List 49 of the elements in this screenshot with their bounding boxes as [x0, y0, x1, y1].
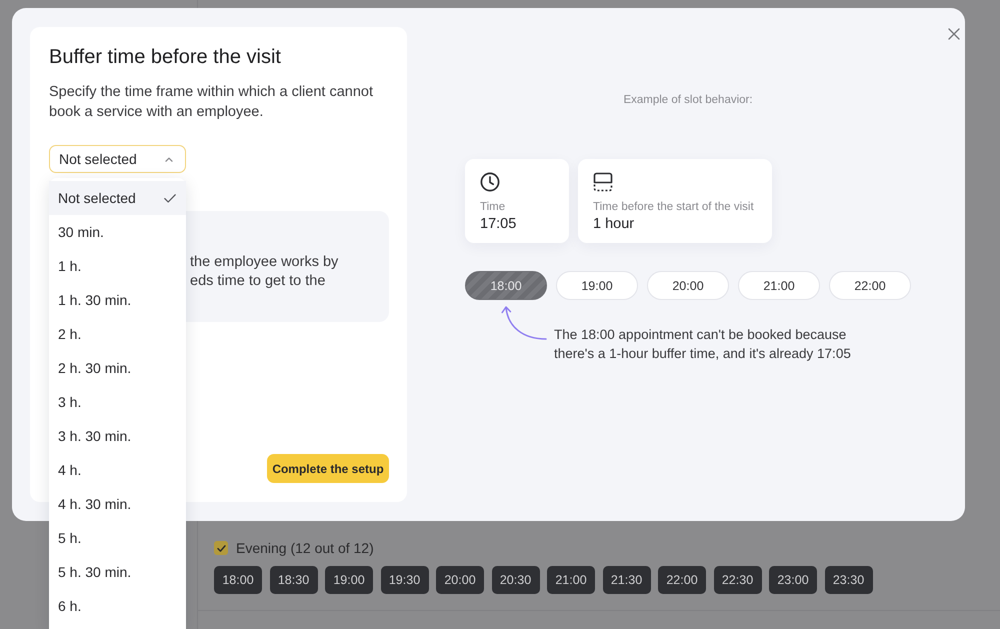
- time-chip[interactable]: 18:30: [270, 566, 318, 594]
- dropdown-option[interactable]: 3 h.: [49, 385, 186, 419]
- dropdown-option[interactable]: 4 h. 30 min.: [49, 487, 186, 521]
- complete-setup-button[interactable]: Complete the setup: [267, 454, 389, 483]
- close-button[interactable]: [948, 28, 960, 40]
- time-slot[interactable]: 20:00: [647, 271, 729, 300]
- panel-description: Specify the time frame within which a client cannot book a service with an employee.: [49, 83, 374, 122]
- time-chip[interactable]: 21:30: [602, 566, 650, 594]
- select-field[interactable]: Not selected: [49, 145, 186, 173]
- dropdown-option[interactable]: 2 h. 30 min.: [49, 351, 186, 385]
- close-icon: [948, 28, 960, 40]
- dropdown-option[interactable]: 5 h. 30 min.: [49, 555, 186, 589]
- time-chip[interactable]: 22:30: [714, 566, 762, 594]
- dropdown-option[interactable]: 3 h. 30 min.: [49, 419, 186, 453]
- dropdown-option[interactable]: 2 h.: [49, 317, 186, 351]
- info-text: the employee works by eds time to get to the: [190, 253, 340, 291]
- card-label: Time: [480, 200, 506, 214]
- checkbox[interactable]: [214, 541, 228, 555]
- annotation-text: The 18:00 appointment can't be booked because there's a 1-hour buffer time, and it's already 17:05: [554, 326, 852, 363]
- clock-icon: [480, 172, 500, 192]
- time-chip[interactable]: 22:00: [658, 566, 706, 594]
- section-label: Evening (12 out of 12): [236, 540, 374, 556]
- time-chip[interactable]: 20:30: [492, 566, 540, 594]
- time-slot[interactable]: 22:00: [829, 271, 911, 300]
- dropdown-option[interactable]: 6 h.: [49, 589, 186, 623]
- card-label: Time before the start of the visit: [593, 200, 754, 214]
- chevron-up-icon: [165, 156, 173, 162]
- check-icon: [216, 544, 226, 552]
- time-slot[interactable]: 19:00: [556, 271, 638, 300]
- dashed-block-icon: [593, 172, 613, 192]
- time-chip[interactable]: 19:30: [380, 566, 428, 594]
- time-chip[interactable]: 20:00: [436, 566, 484, 594]
- card-value: 1 hour: [593, 215, 636, 233]
- time-chip[interactable]: 19:00: [325, 566, 373, 594]
- dropdown-option[interactable]: 1 h. 30 min.: [49, 283, 186, 317]
- time-chip[interactable]: 21:00: [547, 566, 595, 594]
- card-value: 17:05: [480, 215, 518, 233]
- check-icon: [164, 194, 176, 202]
- dropdown-option[interactable]: 5 h.: [49, 521, 186, 555]
- panel-title: Buffer time before the visit: [49, 45, 281, 69]
- example-caption: Example of slot behavior:: [623, 93, 753, 107]
- dropdown-option[interactable]: 4 h.: [49, 453, 186, 487]
- dropdown-option[interactable]: Not selected: [49, 181, 186, 215]
- time-chip[interactable]: 23:30: [824, 566, 872, 594]
- dropdown-option[interactable]: 30 min.: [49, 215, 186, 249]
- dropdown-option[interactable]: 1 h.: [49, 249, 186, 283]
- time-slot[interactable]: 21:00: [738, 271, 820, 300]
- time-chip[interactable]: 18:00: [214, 566, 262, 594]
- time-chip[interactable]: 23:00: [769, 566, 817, 594]
